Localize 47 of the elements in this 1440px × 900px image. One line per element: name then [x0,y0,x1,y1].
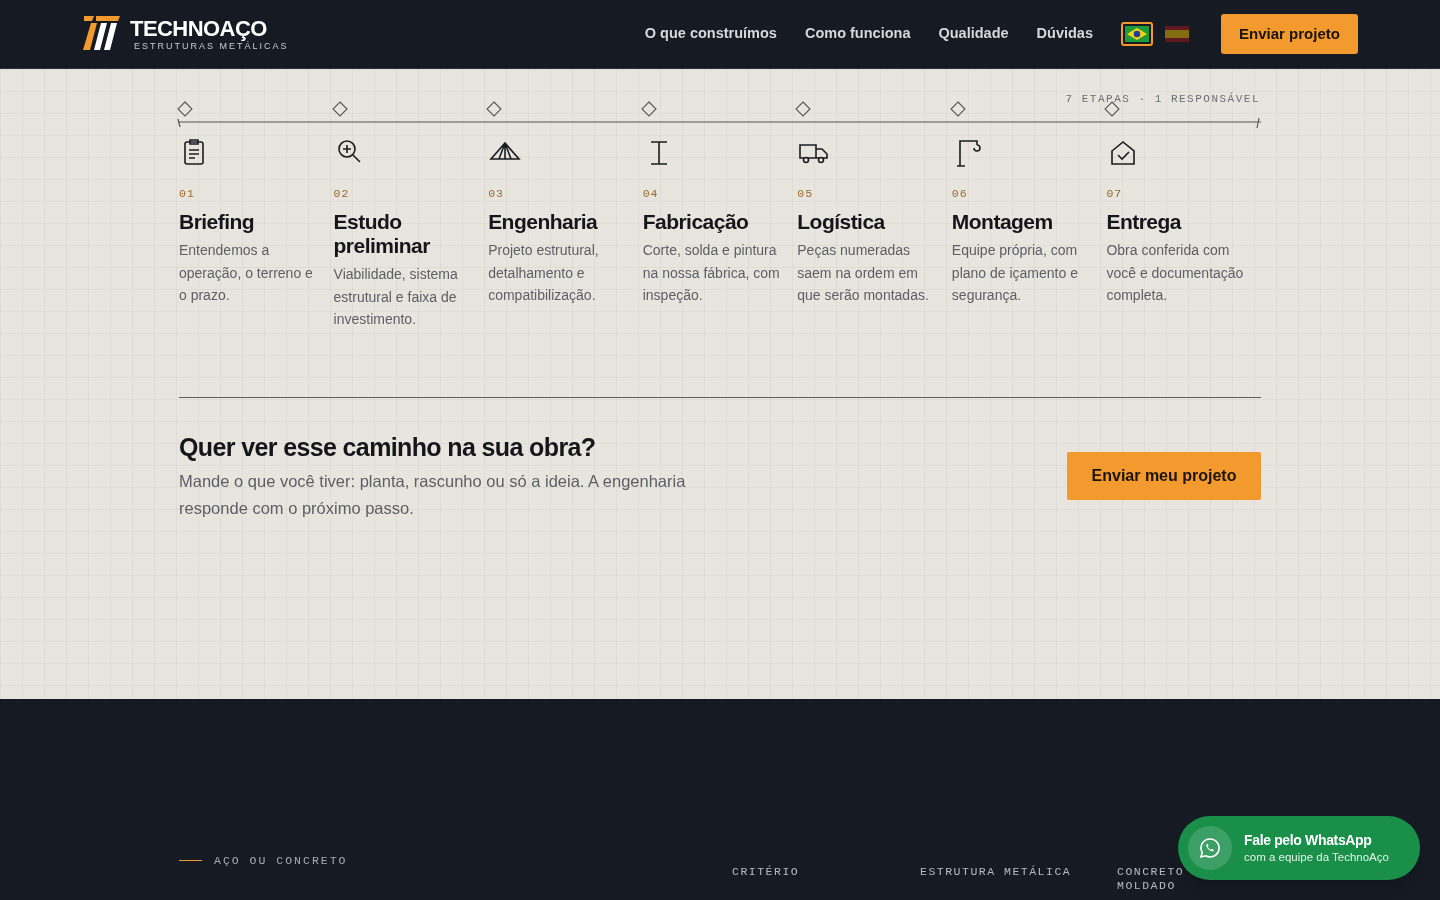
diamond-marker [331,101,348,117]
step-description: Projeto estrutural, detalhamento e compatibilização. [488,241,600,306]
step-title: Estudo preliminar [333,210,431,259]
step-description: Equipe própria, com plano de içamento e segurança. [951,241,1079,306]
whatsapp-icon [1188,826,1232,870]
send-my-project-button[interactable]: Enviar meu projeto [1067,451,1261,500]
step-description: Obra conferida com você e documentação completa. [1106,241,1245,306]
step-description: Viabilidade, sistema estrutural e faixa de investimento. [333,265,459,330]
step-title: Montagem [951,210,1054,235]
send-project-button[interactable]: Enviar projeto [1221,14,1358,54]
column-header: CRITÉRIO [732,865,801,880]
step-number: 02 [333,186,351,202]
brazil-flag-icon [1125,26,1149,42]
cta-description: Mande o que você tiver: planta, rascunho ou só a ideia. A engenharia responde com o próximo passo. [179,470,687,519]
step-title: Briefing [179,210,256,235]
diamond-marker [795,101,812,117]
diamond-marker [640,101,657,117]
nav-link[interactable]: Dúvidas [1036,23,1093,45]
step-number: 03 [488,186,505,202]
step-title: Logística [797,210,887,235]
step-number: 04 [642,186,660,202]
step-description: Corte, solda e pintura na nossa fábrica, com inspeção. [642,241,781,306]
diamond-marker [1104,101,1121,117]
step-description: Peças numeradas saem na ordem em que serão montadas. [797,241,930,306]
logo-wordmark: TECHNOAÇO [130,17,268,40]
logo-icon [82,16,122,52]
logo-tagline: ESTRUTURAS METÁLICAS [134,41,289,51]
nav-link[interactable]: Como funciona [804,23,911,45]
step-title: Engenharia [488,210,599,235]
step-number: 05 [797,186,815,202]
diamond-marker [177,101,193,117]
step-number: 06 [951,186,969,202]
steps-summary: 7 ETAPAS · 1 RESPONSÁVEL [1065,91,1260,107]
language-option[interactable] [1121,22,1153,46]
step-title: Entrega [1106,210,1183,235]
step-description: Entendemos a operação, o terreno e o prazo. [179,241,314,306]
diamond-marker [486,101,503,117]
diamond-marker [949,101,966,117]
nav-link[interactable]: O que construímos [644,23,777,45]
step-number: 07 [1106,186,1124,202]
step-number: 01 [179,186,196,202]
step-title: Fabricação [642,210,750,235]
column-header: ESTRUTURA METÁLICA [920,865,1073,880]
section-eyebrow: AÇO OU CONCRETO [214,853,348,869]
nav-link[interactable]: Qualidade [938,23,1009,45]
spain-flag-icon [1165,26,1189,42]
cta-heading: Quer ver esse caminho na sua obra? [179,431,597,462]
